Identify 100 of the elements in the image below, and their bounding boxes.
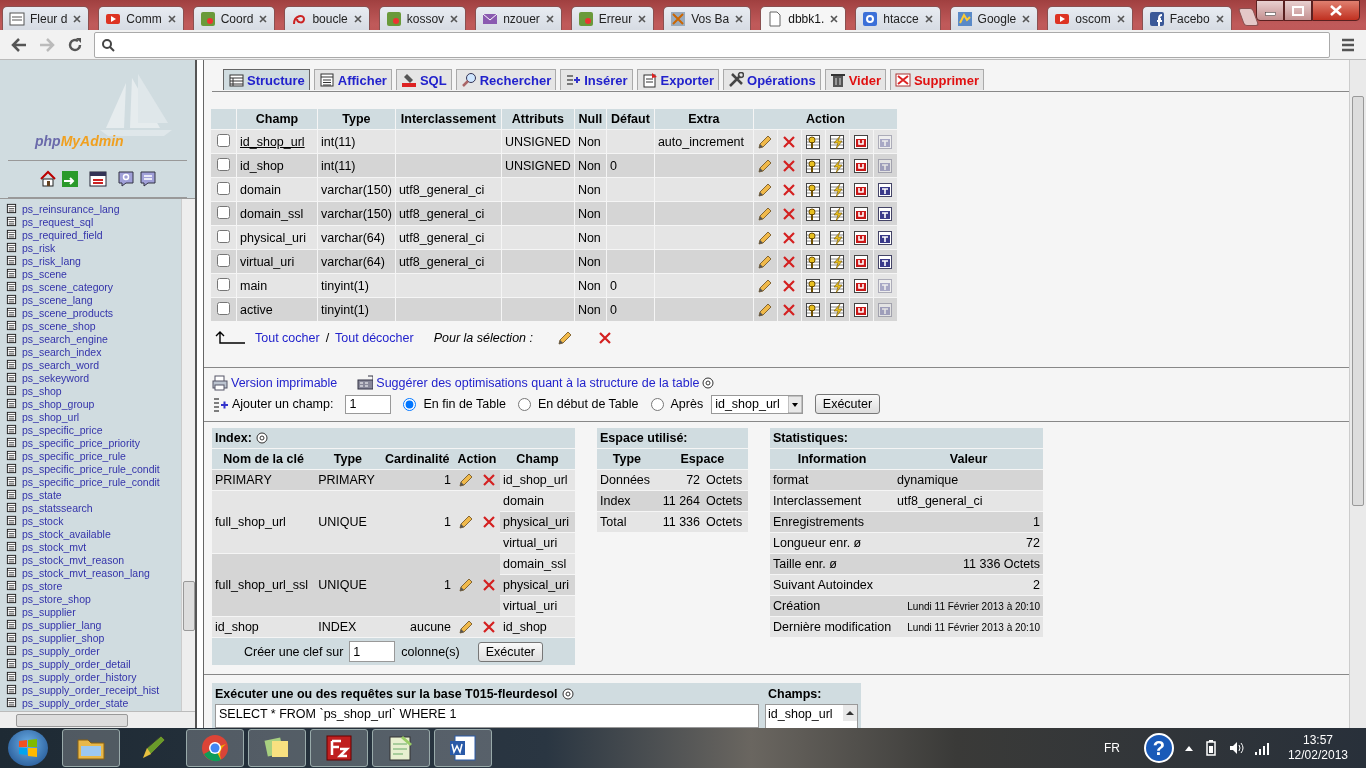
query-field[interactable]: SELECT * FROM `ps_shop_url` WHERE 1 [215,704,759,728]
vertical-scrollbar[interactable] [1349,60,1366,728]
close-icon[interactable] [923,13,934,24]
browser-tab[interactable]: boucle [284,6,370,30]
table-list-icon[interactable] [877,253,894,270]
maximize-button[interactable] [1284,0,1312,21]
table-link[interactable]: ps_supply_order_receipt_hist [22,683,160,696]
table-icon[interactable] [6,658,17,669]
table-icon[interactable] [6,359,17,370]
menu-icon[interactable] [1340,36,1356,53]
language-indicator[interactable]: FR [1103,741,1120,755]
radio-button[interactable] [517,397,531,411]
edit-icon[interactable] [457,577,474,593]
checkbox[interactable] [217,253,230,267]
table-link[interactable]: ps_specific_price_rule [22,449,126,462]
table-link[interactable]: ps_supplier [22,605,76,618]
battery-icon[interactable] [1203,740,1218,756]
table-icon[interactable] [6,281,17,292]
table-icon[interactable] [6,541,17,552]
table-bolt-icon[interactable] [829,301,846,318]
edit-icon[interactable] [557,330,573,346]
delete-icon[interactable] [597,330,613,346]
table-link[interactable]: ps_risk_lang [22,254,81,267]
delete-icon[interactable] [781,301,798,318]
column-select[interactable]: id_shop_url [711,394,803,414]
check-all-link[interactable]: Tout cocher [255,331,320,345]
table-bolt-icon[interactable] [829,181,846,198]
table-icon[interactable] [6,229,17,240]
table-link[interactable]: ps_shop_url [22,410,80,423]
delete-icon[interactable] [781,133,798,150]
browser-tab[interactable]: oscom [1047,6,1133,30]
address-field[interactable] [94,31,1330,58]
table-grid-icon[interactable] [853,301,870,318]
edit-icon[interactable] [757,181,774,198]
close-icon[interactable] [352,13,363,24]
table-link[interactable]: ps_stock [22,514,64,527]
delete-icon[interactable] [480,619,497,635]
close-button[interactable] [1312,0,1360,21]
taskbar-button[interactable] [372,729,430,767]
table-link[interactable]: ps_request_sql [22,215,94,228]
table-link[interactable]: ps_supply_order_detail [22,657,131,670]
table-icon[interactable] [6,476,17,487]
close-icon[interactable] [166,13,177,24]
table-icon[interactable] [6,424,17,435]
table-bolt-icon[interactable] [829,205,846,222]
close-icon[interactable] [829,13,840,24]
edit-icon[interactable] [757,229,774,246]
taskbar-button[interactable] [434,729,492,767]
table-icon[interactable] [6,554,17,565]
delete-icon[interactable] [781,205,798,222]
tab[interactable]: SQL [395,69,452,90]
browser-tab[interactable]: Coord [192,6,276,30]
table-link[interactable]: ps_shop [22,384,62,397]
table-key-icon[interactable] [805,277,822,294]
delete-icon[interactable] [781,157,798,174]
browser-tab[interactable]: dbbk1. [760,6,847,30]
table-list-icon[interactable] [877,181,894,198]
edit-icon[interactable] [457,514,474,530]
table-icon[interactable] [6,697,17,708]
table-grid-icon[interactable] [853,181,870,198]
help-button[interactable]: ? [1143,733,1174,763]
table-icon[interactable] [6,645,17,656]
tab[interactable]: Supprimer [889,69,984,90]
close-icon[interactable] [1115,13,1126,24]
checkbox[interactable] [217,133,230,147]
table-icon[interactable] [6,242,17,253]
table-icon[interactable] [6,671,17,682]
table-link[interactable]: ps_specific_price_priority [22,436,140,449]
tab[interactable]: Exporter [636,69,720,90]
table-key-icon[interactable] [805,301,822,318]
table-link[interactable]: ps_search_engine [22,332,108,345]
edit-icon[interactable] [457,619,474,635]
tab[interactable]: Vider [824,69,886,90]
uncheck-all-link[interactable]: Tout décocher [335,331,414,345]
radio-button[interactable] [403,397,417,411]
exit-icon[interactable] [60,170,79,188]
table-grid-icon[interactable] [853,277,870,294]
table-icon[interactable] [6,619,17,630]
browser-tab[interactable]: Google [949,6,1039,30]
table-link[interactable]: ps_specific_price_rule_condit [22,475,160,488]
table-icon[interactable] [6,502,17,513]
browser-tab[interactable]: htacce [855,6,941,30]
table-icon[interactable] [6,268,17,279]
table-icon[interactable] [6,203,17,214]
table-link[interactable]: ps_supply_order_history [22,670,137,683]
tab[interactable]: Opérations [723,69,821,90]
table-link[interactable]: ps_state [22,488,62,501]
close-icon[interactable] [449,13,460,24]
table-link[interactable]: ps_supplier_shop [22,631,105,644]
browser-tab[interactable]: Erreur [570,6,655,30]
edit-icon[interactable] [457,472,474,488]
table-icon[interactable] [6,385,17,396]
table-link[interactable]: ps_stock_mvt_reason [22,553,125,566]
edit-icon[interactable] [757,157,774,174]
table-grid-icon[interactable] [853,133,870,150]
table-key-icon[interactable] [805,229,822,246]
table-icon[interactable] [6,489,17,500]
browser-tab[interactable]: Vos Ba [663,6,752,30]
up-arrow-icon[interactable] [1183,744,1194,752]
table-bolt-icon[interactable] [829,229,846,246]
